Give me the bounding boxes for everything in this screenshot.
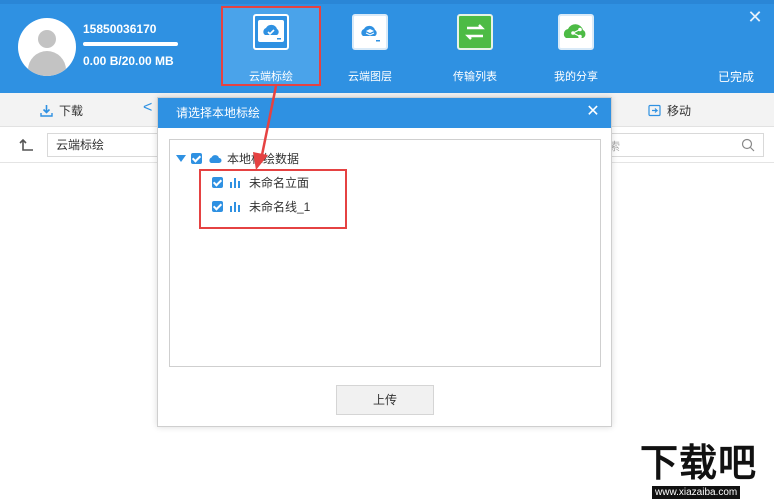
share-icon — [558, 14, 594, 50]
up-arrow-icon[interactable] — [18, 137, 34, 153]
avatar-body — [28, 51, 66, 76]
transfer-icon — [457, 14, 493, 50]
cloud-plot-icon — [253, 14, 289, 50]
user-id: 15850036170 — [83, 22, 157, 36]
search-icon[interactable] — [741, 138, 755, 152]
header-top-strip — [0, 0, 774, 4]
nav-label: 云端图层 — [348, 71, 392, 83]
nav-cloud-layer[interactable]: 云端图层 — [320, 6, 420, 86]
tree-root[interactable]: 本地标绘数据 — [176, 150, 299, 166]
share-button-icon[interactable]: < — [143, 99, 152, 117]
upload-button[interactable]: 上传 — [336, 385, 434, 415]
nav-transfer-list[interactable]: 传输列表 — [425, 6, 525, 86]
download-label: 下载 — [59, 104, 84, 118]
nav-label: 传输列表 — [453, 71, 497, 83]
download-icon — [40, 104, 53, 117]
cloud-layer-icon — [352, 14, 388, 50]
search-input[interactable]: 索 — [600, 133, 764, 157]
close-icon[interactable]: ✕ — [746, 8, 764, 26]
checkbox-root[interactable] — [191, 152, 202, 164]
move-icon — [648, 104, 661, 117]
move-button[interactable]: 移动 — [648, 102, 691, 119]
annotation-highlight-box — [199, 169, 347, 229]
watermark-url: www.xiazaiba.com — [652, 486, 741, 499]
watermark-logo: 下载吧 www.xiazaiba.com — [636, 440, 774, 503]
watermark-brand: 下载吧 — [640, 441, 758, 485]
cloud-icon — [208, 153, 222, 163]
select-local-plot-dialog: 请选择本地标绘 ✕ 本地标绘数据 未命名立面 未命名线_1 上传 — [157, 97, 612, 427]
quota-bar — [83, 42, 178, 46]
quota-text: 0.00 B/20.00 MB — [83, 54, 174, 68]
avatar-head — [38, 30, 56, 48]
nav-label: 我的分享 — [554, 71, 598, 83]
tree-root-label: 本地标绘数据 — [227, 151, 300, 166]
dialog-close-icon[interactable]: ✕ — [585, 104, 601, 120]
avatar[interactable] — [18, 18, 76, 76]
path-field[interactable]: 云端标绘 — [47, 133, 167, 157]
expand-triangle-icon[interactable] — [176, 154, 186, 162]
dialog-title: 请选择本地标绘 — [158, 98, 611, 128]
done-tab[interactable]: 已完成 — [718, 68, 754, 85]
move-label: 移动 — [667, 104, 692, 118]
nav-label: 云端标绘 — [249, 71, 293, 83]
nav-my-share[interactable]: 我的分享 — [526, 6, 626, 86]
nav-cloud-plot[interactable]: 云端标绘 — [221, 6, 321, 86]
download-button[interactable]: 下载 — [40, 102, 83, 119]
app-header: 15850036170 0.00 B/20.00 MB 云端标绘 云端图层 传输… — [0, 0, 774, 93]
